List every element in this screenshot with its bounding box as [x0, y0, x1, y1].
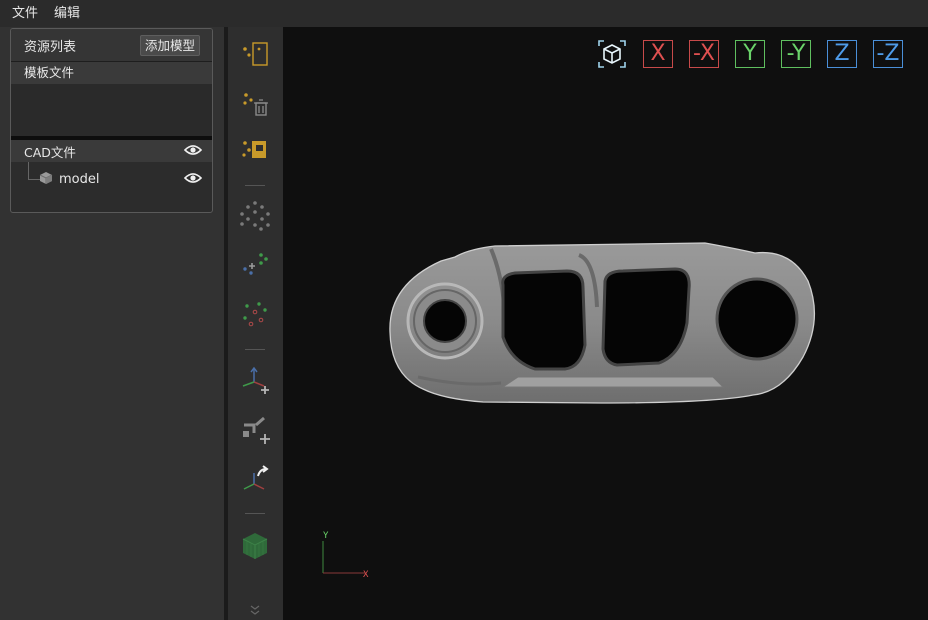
axis-indicator: Y X: [317, 529, 377, 585]
view-y-button[interactable]: Y: [735, 40, 765, 68]
vertical-toolbar: [228, 27, 283, 620]
menu-edit[interactable]: 编辑: [46, 0, 88, 27]
cube-view-icon[interactable]: [596, 38, 628, 70]
view-neg-x-button[interactable]: -X: [689, 40, 719, 68]
left-panel: 资源列表 添加模型 模板文件 CAD文件 model: [0, 27, 224, 620]
cube-icon: [39, 171, 53, 188]
more-icon[interactable]: [236, 591, 274, 620]
eye-icon[interactable]: [183, 144, 203, 159]
eye-icon[interactable]: [183, 172, 203, 187]
template-files-list: [11, 84, 212, 136]
viewport-3d[interactable]: X -X Y -Y Z -Z Y X: [283, 27, 928, 620]
resource-list-header: 资源列表 添加模型: [11, 29, 212, 62]
add-axis-icon[interactable]: [236, 362, 274, 400]
add-pick-point-icon[interactable]: [236, 411, 274, 449]
toolbar-separator: [245, 513, 265, 514]
menu-file[interactable]: 文件: [4, 0, 46, 27]
cad-files-label: CAD文件: [24, 144, 76, 160]
y-axis-label: Y: [323, 531, 329, 541]
sample-points-icon[interactable]: [236, 197, 274, 235]
menu-bar: 文件 编辑: [0, 0, 928, 27]
x-axis-label: X: [363, 570, 369, 580]
add-model-button[interactable]: 添加模型: [139, 34, 200, 56]
copy-point-icon[interactable]: [236, 130, 274, 168]
view-neg-z-button[interactable]: -Z: [873, 40, 903, 68]
cad-files-header[interactable]: CAD文件: [11, 140, 212, 162]
model-display-icon[interactable]: [236, 527, 274, 565]
cad-model: [389, 242, 816, 404]
view-x-button[interactable]: X: [643, 40, 673, 68]
add-points-icon[interactable]: [236, 246, 274, 284]
add-point-icon[interactable]: [236, 34, 274, 72]
toolbar-separator: [245, 349, 265, 350]
resource-list-title: 资源列表: [24, 39, 77, 55]
edit-points-icon[interactable]: [236, 295, 274, 333]
template-files-header[interactable]: 模板文件: [11, 62, 212, 84]
model-label: model: [59, 171, 100, 187]
resource-list-panel: 资源列表 添加模型 模板文件 CAD文件 model: [10, 28, 213, 213]
delete-point-icon[interactable]: [236, 84, 274, 122]
view-z-button[interactable]: Z: [827, 40, 857, 68]
toolbar-separator: [245, 185, 265, 186]
tree-item-model[interactable]: model: [11, 162, 212, 196]
view-neg-y-button[interactable]: -Y: [781, 40, 811, 68]
rotate-axis-icon[interactable]: [236, 462, 274, 500]
